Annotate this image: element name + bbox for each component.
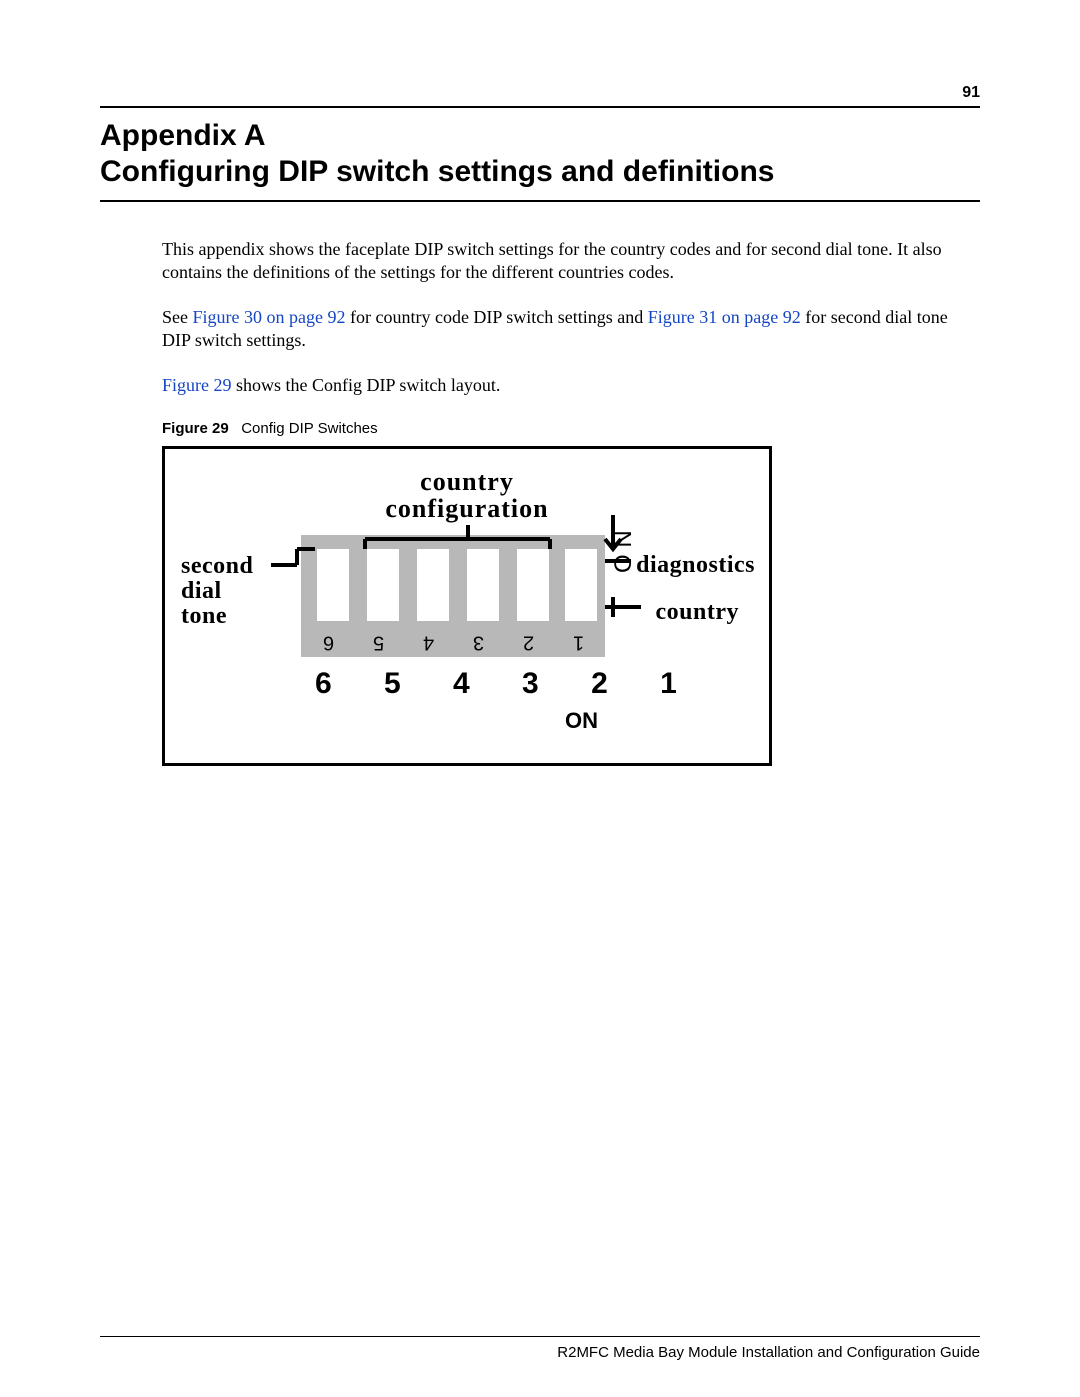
on-label: ON <box>565 707 598 735</box>
p3-suffix: shows the Config DIP switch layout. <box>232 375 501 395</box>
dip-switch-2 <box>517 549 549 621</box>
dip-num-4-inverted: 4 <box>423 629 434 655</box>
label-sdt-3: tone <box>181 604 253 629</box>
paragraph-2: See Figure 30 on page 92 for country cod… <box>162 306 980 352</box>
label-sdt-2: dial <box>181 579 253 604</box>
figure-caption: Figure 29 Config DIP Switches <box>162 419 980 438</box>
label-cc-line1: country <box>165 469 769 496</box>
paragraph-3: Figure 29 shows the Config DIP switch la… <box>162 374 980 397</box>
dip-num-6-inverted: 6 <box>323 629 334 655</box>
body-text: This appendix shows the faceplate DIP sw… <box>162 238 980 766</box>
figure-title: Config DIP Switches <box>241 420 377 437</box>
page-heading: Appendix A Configuring DIP switch settin… <box>100 118 980 190</box>
document-page: 91 Appendix A Configuring DIP switch set… <box>0 0 1080 1397</box>
xref-figure-29[interactable]: Figure 29 <box>162 375 232 395</box>
page-number: 91 <box>962 84 980 102</box>
label-second-dial-tone: second dial tone <box>181 554 253 629</box>
dip-switch-block: 6 5 4 3 2 1 <box>301 535 605 657</box>
p2-mid: for country code DIP switch settings and <box>345 307 647 327</box>
dip-num-2-inverted: 2 <box>523 629 534 655</box>
xref-figure-31[interactable]: Figure 31 on page 92 <box>648 307 801 327</box>
dip-switch-1 <box>565 549 597 621</box>
dip-switch-3 <box>467 549 499 621</box>
dip-numbers-row: 6 5 4 3 2 1 <box>315 665 699 703</box>
label-sdt-1: second <box>181 554 253 579</box>
dip-num-1-inverted: 1 <box>573 629 584 655</box>
xref-figure-30[interactable]: Figure 30 on page 92 <box>193 307 346 327</box>
p2-prefix: See <box>162 307 193 327</box>
footer-rule <box>100 1336 980 1337</box>
dip-num-5-inverted: 5 <box>373 629 384 655</box>
on-label-vertical: O N <box>609 531 640 574</box>
heading-line-1: Appendix A <box>100 118 980 154</box>
label-cc-line2: configuration <box>165 496 769 523</box>
connector-country <box>605 597 641 617</box>
label-diagnostics: diagnostics <box>636 550 755 581</box>
heading-line-2: Configuring DIP switch settings and defi… <box>100 154 980 190</box>
figure-29: country configuration second dial tone d… <box>162 446 772 766</box>
top-rule <box>100 106 980 108</box>
label-country-configuration: country configuration <box>165 469 769 522</box>
paragraph-1: This appendix shows the faceplate DIP sw… <box>162 238 980 284</box>
dip-switch-4 <box>417 549 449 621</box>
dip-switch-5 <box>367 549 399 621</box>
dip-switch-6 <box>317 549 349 621</box>
heading-rule <box>100 200 980 202</box>
dip-switch-diagram: country configuration second dial tone d… <box>162 446 772 766</box>
dip-num-3-inverted: 3 <box>473 629 484 655</box>
footer-text: R2MFC Media Bay Module Installation and … <box>557 1344 980 1361</box>
figure-label: Figure 29 <box>162 420 229 437</box>
label-country: country <box>656 597 740 628</box>
